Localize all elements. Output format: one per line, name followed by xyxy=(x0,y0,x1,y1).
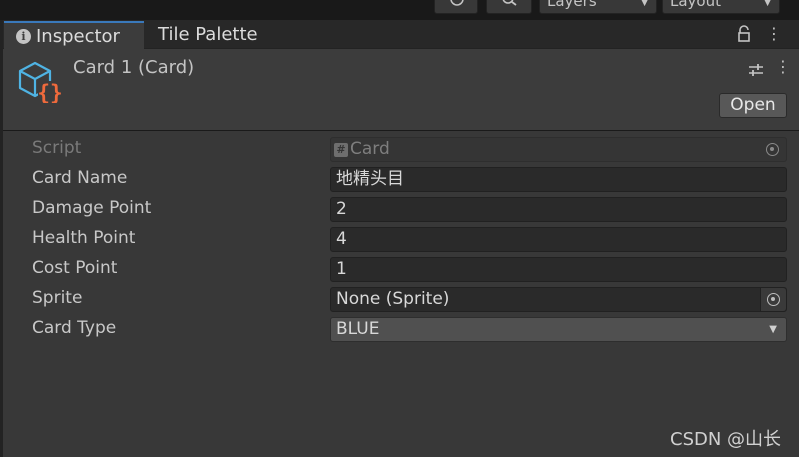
tab-inspector-label: Inspector xyxy=(36,26,120,47)
property-row-card-name: Card Name 地精头目 xyxy=(0,164,799,194)
tab-tile-palette[interactable]: Tile Palette xyxy=(158,21,288,49)
property-row-damage-point: Damage Point 2 xyxy=(0,194,799,224)
property-label: Script xyxy=(32,138,82,158)
history-icon xyxy=(449,0,465,13)
tab-menu-kebab-icon[interactable]: ⋮ xyxy=(766,23,782,45)
properties-list: Script # Card Card Name 地精头目 Damage Point… xyxy=(0,132,799,457)
tab-tile-palette-label: Tile Palette xyxy=(158,24,258,45)
layout-label: Layout xyxy=(670,0,721,10)
layers-dropdown[interactable]: Layers ▼ xyxy=(539,0,657,14)
window-left-edge xyxy=(0,20,3,457)
lock-icon[interactable] xyxy=(737,24,751,44)
object-picker-icon xyxy=(760,138,786,161)
component-menu-kebab-icon[interactable]: ⋮ xyxy=(775,57,791,76)
property-label: Cost Point xyxy=(32,258,118,278)
top-toolbar: Layers ▼ Layout ▼ xyxy=(0,0,799,20)
script-value: Card xyxy=(350,139,390,159)
search-button[interactable] xyxy=(486,0,532,14)
sprite-value: None (Sprite) xyxy=(336,289,450,309)
object-title: Card 1 (Card) xyxy=(73,57,195,78)
property-row-card-type: Card Type BLUE ▼ xyxy=(0,314,799,344)
cost-point-input[interactable]: 1 xyxy=(330,257,787,282)
property-label: Card Name xyxy=(32,168,128,188)
component-header: {} Card 1 (Card) ⋮ Open xyxy=(0,49,799,131)
history-button[interactable] xyxy=(434,0,478,14)
damage-point-input[interactable]: 2 xyxy=(330,197,787,222)
chevron-down-icon: ▼ xyxy=(769,324,777,335)
inspector-window: i Inspector Tile Palette ⋮ {} Card 1 (Car… xyxy=(0,20,799,457)
card-type-dropdown[interactable]: BLUE ▼ xyxy=(330,317,787,342)
search-icon xyxy=(501,0,519,13)
info-icon: i xyxy=(16,29,31,44)
open-button[interactable]: Open xyxy=(719,93,787,118)
object-picker-icon[interactable] xyxy=(760,288,786,311)
card-name-input[interactable]: 地精头目 xyxy=(330,167,787,192)
property-row-cost-point: Cost Point 1 xyxy=(0,254,799,284)
hash-script-icon: # xyxy=(334,143,348,157)
script-field: # Card xyxy=(330,137,787,162)
sprite-object-field[interactable]: None (Sprite) xyxy=(330,287,787,312)
presets-icon[interactable] xyxy=(748,62,764,78)
svg-text:{}: {} xyxy=(37,81,62,103)
tab-inspector[interactable]: i Inspector xyxy=(4,21,144,49)
watermark-text: CSDN @山长 xyxy=(670,429,782,450)
layout-dropdown[interactable]: Layout ▼ xyxy=(662,0,780,14)
property-label: Health Point xyxy=(32,228,136,248)
chevron-down-icon: ▼ xyxy=(764,0,771,8)
property-row-sprite: Sprite None (Sprite) xyxy=(0,284,799,314)
layers-label: Layers xyxy=(547,0,597,10)
script-component-icon: {} xyxy=(17,61,63,105)
property-label: Damage Point xyxy=(32,198,152,218)
health-point-input[interactable]: 4 xyxy=(330,227,787,252)
chevron-down-icon: ▼ xyxy=(641,0,648,8)
property-label: Sprite xyxy=(32,288,83,308)
card-type-value: BLUE xyxy=(336,319,380,339)
property-row-health-point: Health Point 4 xyxy=(0,224,799,254)
tab-bar: i Inspector Tile Palette ⋮ xyxy=(0,20,799,49)
property-row-script: Script # Card xyxy=(0,134,799,164)
property-label: Card Type xyxy=(32,318,117,338)
